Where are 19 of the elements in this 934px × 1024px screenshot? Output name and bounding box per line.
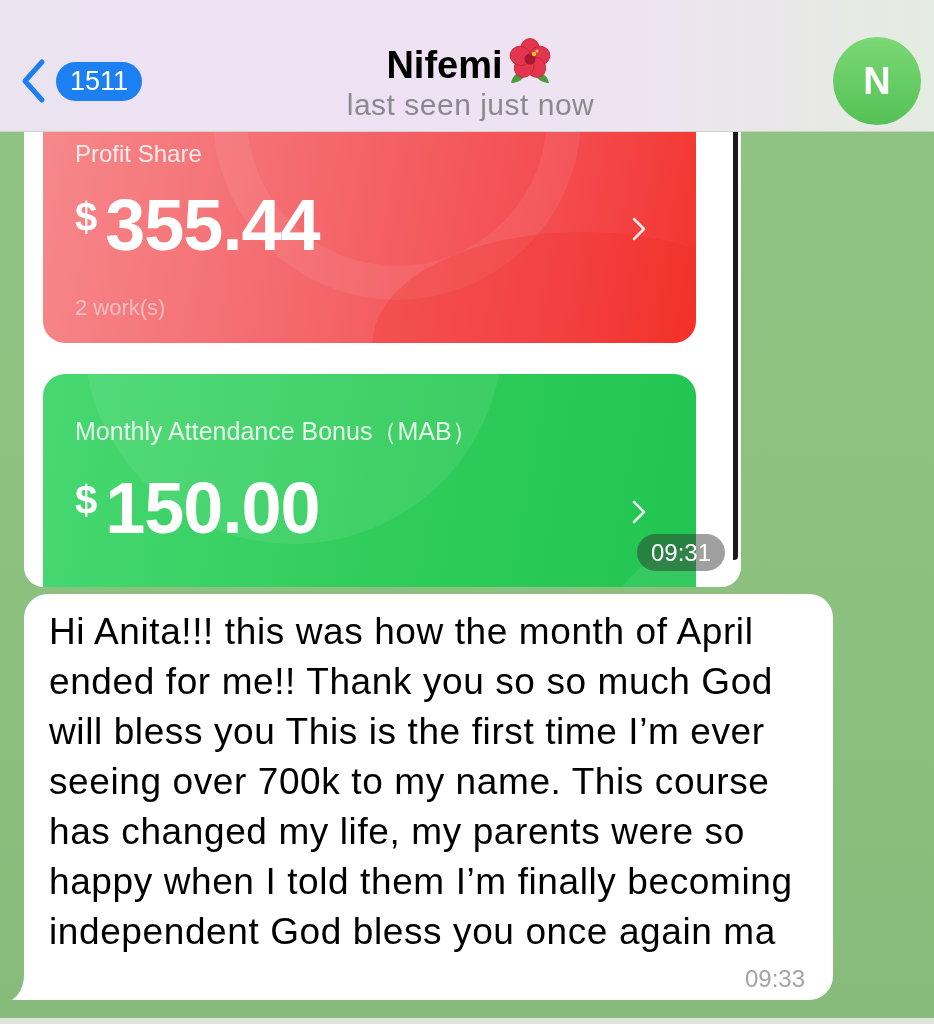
card-note: 2 work(s) — [75, 295, 167, 321]
message-bubble[interactable] — [24, 594, 833, 1000]
last-seen-status: last seen just now — [346, 87, 595, 123]
contact-avatar[interactable]: N — [833, 37, 921, 125]
card-title: Monthly Attendance Bonus（MAB） — [75, 416, 478, 447]
back-chevron-icon — [20, 58, 46, 104]
message-time: 09:33 — [744, 966, 805, 992]
unread-count-badge: 1511 — [56, 61, 143, 101]
message-time: 09:31 — [636, 534, 725, 571]
image-message-bubble[interactable]: Profit Share $355.44 2 work(s) Monthly Attendance Bonus（MAB） $150.00 09:31 — [24, 132, 741, 587]
chevron-right-icon — [632, 217, 646, 241]
message-text: Hi Anita!!! this was how the month of April ended for me!! Thank you so so much God will bless you This is the first time I’m ever seeing over 700k to my name. This course has changed my life, my parents were so happy when I told them I’m finally becoming independent God bless you once again ma — [49, 610, 794, 954]
back-button[interactable]: 1511 — [20, 58, 143, 104]
card-amount: $355.44 — [75, 189, 320, 261]
chevron-right-icon — [632, 500, 646, 524]
profit-share-card[interactable]: Profit Share $355.44 2 work(s) — [43, 132, 696, 343]
card-amount: $150.00 — [75, 472, 320, 544]
chat-title: Nifemi — [386, 43, 503, 87]
card-title: Profit Share — [75, 140, 203, 168]
